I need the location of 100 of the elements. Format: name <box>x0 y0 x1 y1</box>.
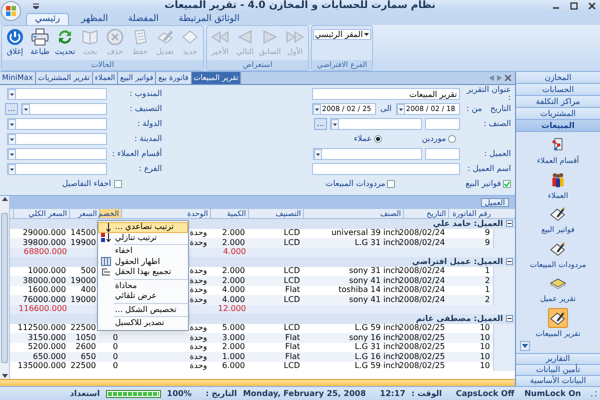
navigation-section[interactable]: الحسابات <box>516 84 600 96</box>
input-field[interactable]: تقرير المبيعات <box>312 88 460 100</box>
table-cell: 2008/02/24 <box>398 229 445 238</box>
table-cell: وحدة <box>190 343 207 352</box>
field-label: الصنف : <box>482 120 511 128</box>
input-field[interactable] <box>312 163 460 175</box>
menu-item[interactable]: تخصيص الشكل ... <box>98 304 188 315</box>
table-cell: وحدة <box>190 334 207 342</box>
table-cell: 9 <box>484 238 490 247</box>
dropdown-field[interactable] <box>7 88 107 100</box>
collapse-icon[interactable] <box>506 258 513 266</box>
table-cell: وحدة <box>190 352 207 361</box>
group-title: العميل: حامد علي <box>433 220 503 228</box>
people-icon <box>550 172 566 188</box>
table-cell: وحدة <box>190 229 207 238</box>
table-cell: وحدة <box>190 324 207 332</box>
ribbon-tab[interactable]: الوثائق المرتبطة <box>170 13 248 25</box>
menu-item[interactable]: تصدير للاكسيل <box>98 318 188 328</box>
time-label: الوقت : <box>411 390 442 398</box>
table-cell: LCD <box>284 296 300 304</box>
close-icon[interactable] <box>505 75 511 81</box>
field-label: التصنيف : <box>128 105 162 113</box>
table-cell: 2008/02/25 <box>398 362 445 370</box>
dropdown-field[interactable] <box>313 148 422 160</box>
scroll-right-icon[interactable] <box>497 75 502 81</box>
input-field[interactable] <box>425 118 460 130</box>
close-icon[interactable] <box>588 2 596 10</box>
table-cell: 10 <box>480 352 490 361</box>
table-cell: 22500 <box>70 324 96 332</box>
table-cell: 0 <box>112 362 118 370</box>
navigation-section[interactable]: المبيعات <box>516 120 600 132</box>
progress-reading: 100% <box>166 390 192 398</box>
table-cell: 2008/02/24 <box>398 296 445 304</box>
dropdown-field[interactable] <box>7 133 107 145</box>
table-cell: 19000 <box>70 276 96 285</box>
table-cell: 2 <box>484 296 490 304</box>
navigation-section[interactable]: المخازن <box>516 72 600 84</box>
dropdown-field[interactable] <box>330 118 422 130</box>
menu-item[interactable]: اخفاء <box>98 246 188 256</box>
checkbox[interactable] <box>503 180 511 188</box>
table-cell: LCD <box>284 276 300 285</box>
menu-item[interactable]: ترتيب تنازلي <box>98 232 188 243</box>
menu-item[interactable]: اظهار الحقول <box>98 256 188 267</box>
collapse-icon[interactable] <box>506 220 513 228</box>
ribbon-tab[interactable]: المفضلة <box>120 13 167 25</box>
arrow-icon <box>236 28 254 46</box>
navigation-section[interactable]: المشتريات <box>516 108 600 120</box>
maximize-icon[interactable] <box>570 2 578 10</box>
ribbon-tab[interactable]: المظهر <box>73 13 116 25</box>
menu-item[interactable]: ترتيب تصاعدي ... <box>98 222 188 232</box>
table-cell: 2008/02/25 <box>398 334 445 342</box>
browse-button[interactable]: ... <box>314 118 327 130</box>
table-cell: 9 <box>484 229 490 238</box>
resize-grip-icon[interactable] <box>591 390 597 396</box>
navigation-section[interactable]: مراكز التكلفة <box>516 96 600 108</box>
radio-button[interactable] <box>374 135 382 143</box>
collapse-icon[interactable] <box>506 315 513 322</box>
dropdown-field[interactable] <box>21 103 107 115</box>
quick-access-icon[interactable] <box>33 3 39 9</box>
table-cell: sony 41 inch <box>349 276 400 285</box>
dropdown-field[interactable] <box>7 148 107 160</box>
navigation-section[interactable]: تأمين البيانات <box>516 364 600 375</box>
table-cell: 19000 <box>70 296 96 304</box>
scrollbar[interactable] <box>0 196 10 379</box>
browse-button[interactable]: ... <box>5 103 18 115</box>
radio-button[interactable] <box>448 135 456 143</box>
scroll-up-icon[interactable] <box>2 197 8 201</box>
table-cell: 2008/02/24 <box>398 276 445 285</box>
table-cell: 1 <box>484 267 490 276</box>
table-cell: 22500 <box>70 362 96 370</box>
field-label: اسم العميل : <box>466 165 511 173</box>
branch-dropdown[interactable]: المقر الرئيسي <box>313 29 371 40</box>
time-value: 12:17 <box>380 390 406 398</box>
columns-icon <box>100 257 110 266</box>
table-cell: LCD <box>284 362 300 370</box>
table-cell: Flat <box>285 286 300 294</box>
checkbox[interactable] <box>387 180 396 188</box>
summary-cell: 116600.000 <box>18 305 67 314</box>
menu-item[interactable]: تجميع بهذا الحقل <box>98 267 188 278</box>
table-cell: 10 <box>480 362 490 370</box>
table-cell: sony 31 inch <box>349 267 400 276</box>
table-cell: وحدة <box>190 286 207 294</box>
navigation-section[interactable]: البيانات الأساسية <box>516 375 600 386</box>
window-title: نظام سمارت للحسابات و المخازن 4.0 - تقرير المبيعات <box>164 1 436 11</box>
input-field[interactable] <box>425 148 460 160</box>
table-cell: Flat <box>285 334 300 342</box>
scrollbar-thumb[interactable] <box>1 212 8 362</box>
dropdown-field[interactable] <box>7 163 107 175</box>
dropdown-field[interactable] <box>7 118 107 130</box>
field-label: التاريخ <box>489 105 511 113</box>
field-label: أقسام العملاء : <box>110 150 162 158</box>
menu-item[interactable]: محاذاة <box>98 280 188 291</box>
table-cell: 2008/02/24 <box>398 238 445 247</box>
navigation-section[interactable]: التقارير <box>516 353 600 364</box>
table-cell: وحدة <box>190 362 207 370</box>
scroll-down-button[interactable] <box>520 341 530 351</box>
ribbon-tab[interactable]: رئيسي <box>26 13 70 25</box>
checkbox[interactable] <box>114 180 122 188</box>
menu-item[interactable]: عرض تلقائي <box>98 291 188 302</box>
scroll-left-icon[interactable] <box>489 75 494 81</box>
